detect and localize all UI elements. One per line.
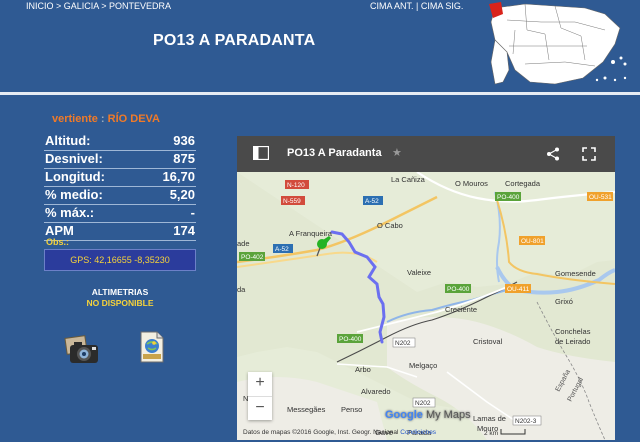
stat-row-medio: % medio: 5,20 (44, 187, 196, 205)
stat-value: 5,20 (169, 187, 195, 202)
map-label: de Leirado (555, 337, 590, 346)
map-canvas[interactable]: La Cañiza O Mouros Cortegada A Franqueir… (237, 172, 615, 440)
road-badge: N202-3 (515, 418, 537, 425)
scale-bar (500, 429, 526, 435)
gps-track-download-icon[interactable] (140, 331, 164, 363)
stat-row-desnivel: Desnivel: 875 (44, 151, 196, 169)
map-label: ade (237, 239, 250, 248)
map-label: O Cabo (377, 221, 403, 230)
map-label: Grixó (555, 297, 573, 306)
zoom-out-button[interactable]: − (248, 397, 272, 421)
map-attribution: Datos de mapas ©2016 Google, Inst. Geogr… (243, 429, 436, 436)
google-wordmark: Google (385, 409, 423, 421)
stat-label: APM (45, 223, 74, 238)
vertiente: vertiente : RÍO DEVA (52, 113, 160, 125)
map-label: Penso (341, 405, 362, 414)
breadcrumb-text[interactable]: INICIO > GALICIA > PONTEVEDRA (26, 1, 171, 11)
vertiente-label: vertiente (52, 113, 98, 125)
photo-gallery-icon[interactable] (64, 335, 100, 367)
altimetrias-title: ALTIMETRIAS (91, 287, 149, 297)
map-label: Gomesende (555, 269, 596, 278)
stat-row-altitud: Altitud: 936 (44, 133, 196, 151)
vertiente-river: RÍO DEVA (107, 113, 160, 125)
map-label: Lamas de (473, 414, 506, 423)
map-embed[interactable]: PO13 A Paradanta ★ La Cañiza O Mouros Co… (237, 136, 615, 440)
stat-value: 16,70 (162, 169, 195, 184)
map-label: Conchelas (555, 327, 591, 336)
stat-value: 174 (173, 223, 195, 238)
map-legend-icon[interactable] (253, 146, 269, 160)
map-label: da (237, 285, 246, 294)
map-label: Alvaredo (361, 387, 391, 396)
map-label: La Cañiza (391, 175, 426, 184)
main-content: vertiente : RÍO DEVA Altitud: 936 Desnive… (0, 95, 640, 442)
road-badge: OU-411 (507, 286, 530, 293)
stats-table: Altitud: 936 Desnivel: 875 Longitud: 16,70 … (44, 133, 196, 241)
map-label: A Franqueira (289, 229, 333, 238)
map-label: Cristoval (473, 337, 503, 346)
stat-label: Altitud: (45, 133, 91, 148)
stat-value: 936 (173, 133, 195, 148)
star-icon[interactable]: ★ (392, 146, 402, 159)
stat-label: % máx.: (45, 205, 95, 220)
stat-value: - (190, 205, 195, 220)
my-maps-wordmark: My Maps (425, 409, 471, 421)
stat-row-longitud: Longitud: 16,70 (44, 169, 196, 187)
scale-label: 2 km (484, 430, 499, 437)
stat-label: Desnivel: (45, 151, 103, 166)
attribution-text: Datos de mapas ©2016 Google, Inst. Geogr… (243, 429, 399, 436)
map-label: Melgaço (409, 361, 437, 370)
cima-nav[interactable]: CIMA ANT. | CIMA SIG. (370, 1, 463, 11)
stat-value: 875 (173, 151, 195, 166)
vertiente-sep: : (97, 113, 108, 125)
obs-label: Obs.: (46, 237, 70, 247)
map-title: PO13 A Paradanta (287, 147, 382, 159)
road-badge: PO-402 (241, 254, 264, 261)
altimetrias-status: NO DISPONIBLE (86, 298, 154, 308)
map-label: Cortegada (505, 179, 541, 188)
breadcrumb[interactable]: INICIO > GALICIA > PONTEVEDRA (26, 1, 171, 11)
zoom-control[interactable]: + − (248, 372, 272, 420)
map-label: O Mouros (455, 179, 488, 188)
road-badge: PO-400 (497, 194, 520, 201)
google-my-maps-logo: Google My Maps (385, 409, 471, 421)
road-badge: N-559 (283, 198, 301, 205)
road-badge: A-52 (275, 246, 289, 253)
zoom-in-button[interactable]: + (248, 372, 272, 397)
road-badge: OU-531 (589, 194, 612, 201)
stat-label: Longitud: (45, 169, 105, 184)
road-badge: N-120 (287, 182, 305, 189)
map-label: Messegães (287, 405, 326, 414)
road-badge: N202 (395, 340, 411, 347)
stat-label: % medio: (45, 187, 103, 202)
gps-coordinates: GPS: 42,16655 -8,35230 (44, 249, 196, 271)
conditions-link[interactable]: Condiciones (400, 429, 436, 436)
map-label: Creciente (445, 305, 477, 314)
road-badge: PO-400 (447, 286, 470, 293)
fullscreen-icon[interactable] (582, 147, 596, 161)
map-label: Arbo (355, 365, 371, 374)
map-titlebar: PO13 A Paradanta ★ (237, 136, 615, 172)
road-badge: PO-400 (339, 336, 362, 343)
stat-row-max: % máx.: - (44, 205, 196, 223)
road-badge: N202 (415, 400, 431, 407)
map-scale: 2 km (484, 429, 526, 437)
header: INICIO > GALICIA > PONTEVEDRA CIMA ANT. … (0, 0, 640, 92)
spain-locator-map (489, 2, 627, 85)
road-badge: OU-801 (521, 238, 544, 245)
map-label: Valeixe (407, 268, 431, 277)
share-icon[interactable] (546, 147, 560, 161)
page-title: PO13 A PARADANTA (153, 32, 316, 49)
road-badge: A-52 (365, 198, 379, 205)
